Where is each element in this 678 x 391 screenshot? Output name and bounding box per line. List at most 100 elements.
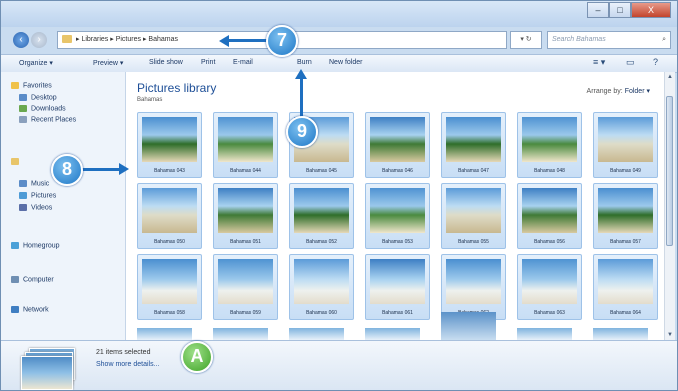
search-placeholder: Search Bahamas bbox=[552, 36, 606, 43]
nav-desktop[interactable]: Desktop bbox=[19, 94, 57, 101]
print-button[interactable]: Print bbox=[201, 59, 215, 66]
partial-thumbnail[interactable] bbox=[517, 328, 572, 340]
callout-7-arrowhead bbox=[219, 35, 229, 47]
music-icon bbox=[19, 180, 27, 187]
thumbnail-item[interactable]: Bahamas 064 bbox=[593, 254, 658, 320]
thumbnail-image bbox=[370, 259, 425, 304]
thumbnail-image bbox=[446, 188, 501, 233]
nav-libraries[interactable] bbox=[11, 158, 23, 165]
nav-homegroup[interactable]: Homegroup bbox=[11, 242, 60, 249]
thumbnail-image bbox=[370, 117, 425, 162]
preview-button[interactable]: Preview ▾ bbox=[93, 59, 123, 67]
partial-thumbnail[interactable] bbox=[441, 312, 496, 340]
forward-icon[interactable]: › bbox=[31, 32, 47, 48]
views-icon[interactable]: ≡ ▾ bbox=[593, 57, 605, 68]
help-icon[interactable]: ? bbox=[653, 57, 658, 67]
scroll-down-icon[interactable]: ▼ bbox=[665, 330, 675, 340]
thumbnail-caption: Bahamas 061 bbox=[382, 310, 413, 316]
homegroup-icon bbox=[11, 242, 19, 249]
nav-recent-places[interactable]: Recent Places bbox=[19, 116, 76, 123]
scroll-up-icon[interactable]: ▲ bbox=[665, 72, 675, 82]
nav-computer[interactable]: Computer bbox=[11, 276, 54, 283]
nav-pictures[interactable]: Pictures bbox=[19, 192, 56, 199]
thumbnail-item[interactable]: Bahamas 043 bbox=[137, 112, 202, 178]
thumbnail-image bbox=[370, 188, 425, 233]
search-icon[interactable]: ⌕ bbox=[662, 32, 666, 48]
thumbnail-image bbox=[522, 259, 577, 304]
thumbnail-item[interactable]: Bahamas 049 bbox=[593, 112, 658, 178]
callout-9-arrow bbox=[300, 79, 303, 117]
new-folder-button[interactable]: New folder bbox=[329, 59, 362, 66]
arrange-by[interactable]: Arrange by: Folder ▾ bbox=[587, 87, 650, 95]
star-icon bbox=[11, 82, 19, 89]
thumbnail-caption: Bahamas 046 bbox=[382, 168, 413, 174]
thumbnail-image bbox=[598, 188, 653, 233]
explorer-window: – □ X ‹ › ▸ Libraries ▸ Pictures ▸ Baham… bbox=[0, 0, 678, 391]
arrange-value[interactable]: Folder ▾ bbox=[625, 88, 650, 95]
back-icon[interactable]: ‹ bbox=[13, 32, 29, 48]
thumbnail-item[interactable]: Bahamas 058 bbox=[137, 254, 202, 320]
thumbnail-item[interactable]: Bahamas 047 bbox=[441, 112, 506, 178]
selection-preview-stack bbox=[21, 348, 81, 390]
nav-music[interactable]: Music bbox=[19, 180, 49, 187]
thumbnail-item[interactable]: Bahamas 057 bbox=[593, 183, 658, 249]
email-button[interactable]: E-mail bbox=[233, 59, 253, 66]
partial-thumbnail[interactable] bbox=[137, 328, 192, 340]
thumbnail-caption: Bahamas 056 bbox=[534, 239, 565, 245]
thumbnail-image bbox=[446, 259, 501, 304]
thumbnail-image bbox=[218, 117, 273, 162]
minimize-button[interactable]: – bbox=[587, 2, 609, 18]
slideshow-button[interactable]: Slide show bbox=[149, 59, 183, 66]
thumbnail-item[interactable]: Bahamas 044 bbox=[213, 112, 278, 178]
thumbnail-caption: Bahamas 059 bbox=[230, 310, 261, 316]
preview-pane-icon[interactable]: ▭ bbox=[626, 57, 635, 68]
partial-thumbnail[interactable] bbox=[365, 328, 420, 340]
thumbnail-image bbox=[598, 117, 653, 162]
thumbnail-item[interactable]: Bahamas 060 bbox=[289, 254, 354, 320]
thumbnail-image bbox=[142, 259, 197, 304]
organize-button[interactable]: Organize ▾ bbox=[19, 59, 53, 67]
thumbnail-item[interactable]: Bahamas 048 bbox=[517, 112, 582, 178]
title-bar: – □ X bbox=[1, 1, 677, 27]
close-button[interactable]: X bbox=[631, 2, 671, 18]
vertical-scrollbar[interactable]: ▲ ▼ bbox=[664, 72, 675, 340]
thumbnail-item[interactable]: Bahamas 059 bbox=[213, 254, 278, 320]
thumbnail-item[interactable]: Bahamas 062 bbox=[441, 254, 506, 320]
burn-button[interactable]: Burn bbox=[297, 59, 312, 66]
show-more-details-link[interactable]: Show more details... bbox=[96, 361, 159, 368]
thumbnail-caption: Bahamas 048 bbox=[534, 168, 565, 174]
thumbnail-item[interactable]: Bahamas 053 bbox=[365, 183, 430, 249]
thumbnail-caption: Bahamas 051 bbox=[230, 239, 261, 245]
refresh-button[interactable]: ▾ ↻ bbox=[510, 31, 542, 49]
search-input[interactable]: Search Bahamas ⌕ bbox=[547, 31, 671, 49]
nav-downloads[interactable]: Downloads bbox=[19, 105, 66, 112]
thumbnail-item[interactable]: Bahamas 056 bbox=[517, 183, 582, 249]
thumbnail-item[interactable]: Bahamas 046 bbox=[365, 112, 430, 178]
command-bar: Organize ▾ Preview ▾ Slide show Print E-… bbox=[1, 54, 677, 73]
thumbnail-item[interactable]: Bahamas 055 bbox=[441, 183, 506, 249]
thumbnail-item[interactable]: Bahamas 050 bbox=[137, 183, 202, 249]
thumbnail-item[interactable]: Bahamas 051 bbox=[213, 183, 278, 249]
thumbnail-caption: Bahamas 052 bbox=[306, 239, 337, 245]
thumbnail-item[interactable]: Bahamas 052 bbox=[289, 183, 354, 249]
nav-favorites[interactable]: Favorites bbox=[11, 82, 52, 89]
maximize-button[interactable]: □ bbox=[609, 2, 631, 18]
thumbnail-item[interactable]: Bahamas 063 bbox=[517, 254, 582, 320]
thumbnail-item[interactable]: Bahamas 061 bbox=[365, 254, 430, 320]
thumbnail-caption: Bahamas 047 bbox=[458, 168, 489, 174]
nav-network[interactable]: Network bbox=[11, 306, 49, 313]
scrollbar-thumb[interactable] bbox=[666, 96, 673, 246]
thumbnail-image bbox=[142, 117, 197, 162]
thumbnail-image bbox=[522, 188, 577, 233]
partial-thumbnail[interactable] bbox=[289, 328, 344, 340]
recent-places-icon bbox=[19, 116, 27, 123]
callout-a: A bbox=[181, 341, 213, 373]
nav-videos[interactable]: Videos bbox=[19, 204, 52, 211]
selected-count: 21 items selected bbox=[96, 349, 151, 356]
thumbnail-image bbox=[294, 188, 349, 233]
address-row: ‹ › ▸ Libraries ▸ Pictures ▸ Bahamas ▾ ↻… bbox=[7, 29, 673, 53]
network-icon bbox=[11, 306, 19, 313]
partial-thumbnail[interactable] bbox=[213, 328, 268, 340]
partial-thumbnail[interactable] bbox=[593, 328, 648, 340]
library-title: Pictures library bbox=[137, 81, 217, 95]
